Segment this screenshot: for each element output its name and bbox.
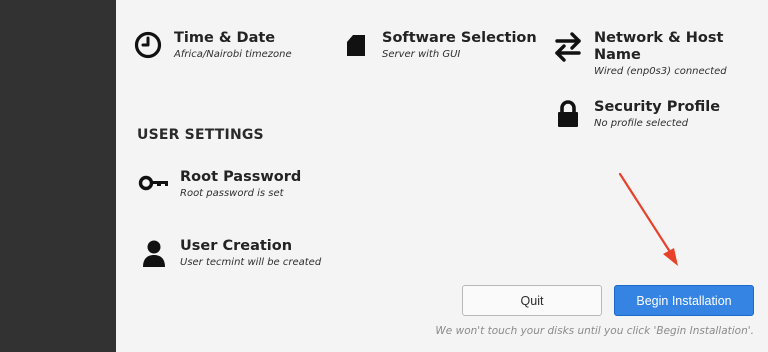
spoke-network-host[interactable]: Network & Host Name Wired (enp0s3) conne… [550, 30, 727, 78]
quit-button[interactable]: Quit [462, 285, 602, 316]
package-icon [338, 30, 374, 60]
root-password-status: Root password is set [180, 188, 284, 199]
software-selection-title: Software Selection [382, 30, 537, 46]
software-selection-status: Server with GUI [382, 49, 461, 60]
clock-icon [130, 30, 166, 60]
sidebar [0, 0, 116, 352]
security-profile-title: Security Profile [594, 99, 721, 115]
spoke-user-creation[interactable]: User Creation User tecmint will be creat… [136, 238, 321, 270]
user-settings-heading: USER SETTINGS [137, 127, 264, 143]
user-creation-status: User tecmint will be created [180, 257, 322, 268]
root-password-title: Root Password [180, 169, 302, 185]
spoke-security-profile[interactable]: Security Profile No profile selected [550, 99, 720, 130]
network-host-title-line1: Network & Host [594, 30, 724, 46]
time-date-title: Time & Date [174, 30, 276, 46]
spoke-time-date[interactable]: Time & Date Africa/Nairobi timezone [130, 30, 292, 61]
key-icon [136, 169, 172, 197]
spoke-root-password[interactable]: Root Password Root password is set [136, 169, 301, 200]
security-profile-status: No profile selected [594, 118, 689, 129]
spoke-software-selection[interactable]: Software Selection Server with GUI [338, 30, 537, 61]
begin-installation-button[interactable]: Begin Installation [614, 285, 754, 316]
lock-icon [550, 99, 586, 129]
network-arrows-icon [550, 30, 586, 62]
network-host-title-line2: Name [594, 47, 641, 63]
user-creation-title: User Creation [180, 238, 293, 254]
user-icon [136, 238, 172, 270]
disk-warning-note: We won't touch your disks until you clic… [435, 325, 754, 337]
time-date-status: Africa/Nairobi timezone [174, 49, 292, 60]
network-host-status: Wired (enp0s3) connected [594, 66, 727, 77]
